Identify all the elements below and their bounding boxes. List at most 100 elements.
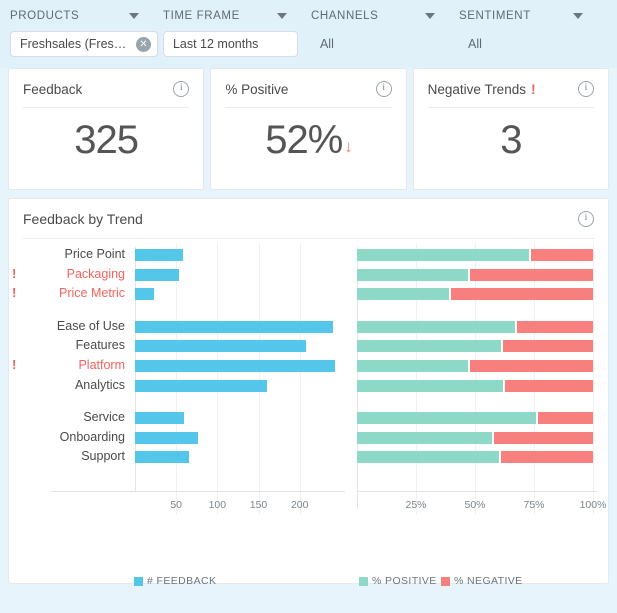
chevron-down-icon[interactable] bbox=[424, 13, 435, 19]
percent-negative-bar[interactable] bbox=[469, 268, 593, 281]
percent-positive-bar[interactable] bbox=[357, 340, 501, 353]
filter-sentiment-value[interactable]: All bbox=[459, 31, 607, 57]
feedback-count-bar[interactable] bbox=[135, 340, 307, 353]
feedback-count-bar[interactable] bbox=[135, 451, 190, 464]
filter-channels[interactable]: CHANNELS All bbox=[311, 8, 459, 56]
filter-channels-value[interactable]: All bbox=[311, 31, 459, 57]
filter-products-value: Freshsales (Fres… bbox=[20, 37, 127, 51]
kpi-card-negative-trends-header: Negative Trends ! i bbox=[427, 81, 594, 108]
filter-products[interactable]: PRODUCTS Freshsales (Fres… ✕ bbox=[10, 8, 163, 57]
chart-row-label-text: Onboarding bbox=[59, 429, 125, 444]
filter-products-chip[interactable]: Freshsales (Fres… ✕ bbox=[10, 31, 158, 57]
filter-sentiment[interactable]: SENTIMENT All bbox=[459, 8, 607, 56]
chevron-down-icon[interactable] bbox=[573, 13, 583, 19]
percent-positive-bar[interactable] bbox=[357, 431, 492, 444]
percent-negative-bar[interactable] bbox=[517, 320, 593, 333]
chart-row-label[interactable]: ! Price Metric bbox=[12, 285, 125, 301]
percent-positive-bar[interactable] bbox=[357, 288, 450, 301]
feedback-count-bar[interactable] bbox=[135, 288, 154, 301]
percent-negative-bar[interactable] bbox=[493, 431, 593, 444]
close-icon[interactable]: ✕ bbox=[136, 36, 151, 52]
filter-time-frame[interactable]: TIME FRAME Last 12 months bbox=[162, 8, 311, 57]
kpi-card-negative-trends-value: 3 bbox=[428, 118, 594, 163]
chart-row-label-text: Support bbox=[81, 449, 125, 464]
axis-baseline bbox=[357, 491, 597, 492]
chart-row-label[interactable]: Price Point bbox=[23, 247, 125, 261]
trend-down-icon: ↓ bbox=[344, 137, 352, 156]
percent-negative-bar[interactable] bbox=[502, 340, 593, 353]
percent-negative-bar[interactable] bbox=[505, 379, 593, 392]
filter-products-header[interactable]: PRODUCTS bbox=[10, 8, 163, 24]
filter-sentiment-label: SENTIMENT bbox=[458, 10, 531, 22]
percent-positive-bar[interactable] bbox=[357, 268, 468, 281]
info-icon[interactable]: i bbox=[173, 81, 190, 97]
feedback-count-bar[interactable] bbox=[135, 249, 183, 261]
chart-row-label[interactable]: ! Platform bbox=[12, 357, 125, 372]
filter-channels-label: CHANNELS bbox=[310, 10, 379, 22]
axis-tick-label: 50% bbox=[464, 499, 486, 511]
legend-swatch bbox=[359, 576, 368, 586]
legend-label: % POSITIVE bbox=[372, 575, 437, 587]
legend-label: # FEEDBACK bbox=[147, 575, 217, 587]
filter-time-frame-label: TIME FRAME bbox=[162, 10, 240, 22]
percent-positive-bar[interactable] bbox=[357, 379, 504, 392]
percent-negative-bar[interactable] bbox=[500, 451, 593, 464]
chevron-down-icon[interactable] bbox=[128, 13, 139, 19]
legend-swatch bbox=[134, 576, 143, 586]
chart-row-label[interactable]: Support bbox=[23, 449, 125, 463]
percent-positive-bar[interactable] bbox=[357, 451, 499, 464]
legend-item[interactable]: % POSITIVE bbox=[359, 575, 437, 587]
legend-item[interactable]: # FEEDBACK bbox=[134, 575, 216, 587]
percent-negative-bar[interactable] bbox=[531, 249, 593, 261]
legend-item[interactable]: % NEGATIVE bbox=[441, 575, 523, 587]
percent-positive-bar[interactable] bbox=[357, 249, 530, 261]
chevron-down-icon[interactable] bbox=[276, 13, 287, 19]
legend-label: % NEGATIVE bbox=[454, 575, 523, 587]
feedback-count-bar[interactable] bbox=[135, 268, 179, 281]
info-icon[interactable]: i bbox=[578, 211, 594, 227]
filter-time-frame-header[interactable]: TIME FRAME bbox=[163, 8, 311, 24]
percent-positive-bar[interactable] bbox=[357, 360, 468, 372]
legend-swatch bbox=[441, 576, 450, 586]
kpi-card-negative-trends-title: Negative Trends bbox=[427, 81, 526, 97]
percent-negative-bar[interactable] bbox=[451, 288, 593, 301]
alert-icon: ! bbox=[530, 81, 536, 97]
chart-row-label[interactable]: ! Packaging bbox=[12, 266, 125, 281]
chart-row-label[interactable]: Onboarding bbox=[23, 430, 125, 444]
chart-row-label[interactable]: Features bbox=[23, 338, 125, 352]
percent-positive-bar[interactable] bbox=[357, 412, 537, 425]
axis-line bbox=[357, 247, 358, 509]
info-icon[interactable]: i bbox=[375, 81, 392, 97]
feedback-count-bar[interactable] bbox=[135, 320, 333, 333]
axis-tick-label: 150 bbox=[249, 499, 268, 511]
filter-bar: PRODUCTS Freshsales (Fres… ✕ TIME FRAME … bbox=[0, 0, 617, 68]
feedback-count-bar[interactable] bbox=[135, 431, 199, 444]
chart-row-label-text: Price Metric bbox=[59, 286, 125, 301]
axis-tick-label: 100% bbox=[579, 499, 607, 511]
kpi-card-negative-trends: Negative Trends ! i 3 bbox=[412, 68, 609, 190]
filter-time-frame-value: Last 12 months bbox=[172, 37, 259, 51]
axis-baseline bbox=[51, 491, 345, 492]
kpi-card-feedback-title: Feedback bbox=[23, 81, 83, 97]
feedback-by-trend-chart: Price Point! Packaging ! Price Metric Ease o… bbox=[12, 243, 606, 543]
info-icon[interactable]: i bbox=[577, 81, 594, 97]
feedback-count-bar[interactable] bbox=[135, 360, 336, 372]
kpi-card-percent-positive-value: 52% ↓ bbox=[225, 118, 391, 163]
chart-row-label[interactable]: Ease of Use bbox=[23, 319, 125, 333]
percent-negative-bar[interactable] bbox=[538, 412, 593, 425]
chart-row-label-text: Service bbox=[83, 410, 125, 425]
filter-time-frame-select[interactable]: Last 12 months bbox=[162, 31, 298, 57]
kpi-card-percent-positive: % Positive i 52% ↓ bbox=[210, 68, 407, 190]
feedback-count-bar[interactable] bbox=[135, 379, 267, 392]
filter-channels-header[interactable]: CHANNELS bbox=[311, 8, 459, 24]
feedback-count-bar[interactable] bbox=[135, 412, 184, 425]
alert-icon: ! bbox=[12, 265, 17, 281]
filter-products-label: PRODUCTS bbox=[10, 10, 80, 22]
chart-row-label[interactable]: Service bbox=[23, 410, 125, 424]
percent-negative-bar[interactable] bbox=[469, 360, 593, 372]
filter-sentiment-header[interactable]: SENTIMENT bbox=[459, 8, 607, 24]
kpi-card-feedback-header: Feedback i bbox=[23, 81, 190, 108]
percent-positive-bar[interactable] bbox=[357, 320, 516, 333]
chart-row-label-text: Packaging bbox=[66, 266, 125, 281]
chart-row-label[interactable]: Analytics bbox=[23, 378, 125, 392]
